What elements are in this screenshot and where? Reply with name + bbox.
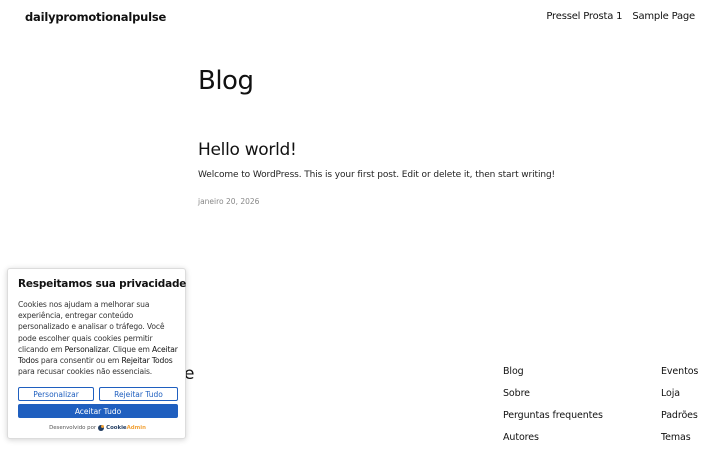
page-title: Blog bbox=[198, 66, 254, 96]
post-title-link[interactable]: Hello world! bbox=[198, 140, 297, 160]
cookie-text-part-2: . Clique em bbox=[108, 344, 153, 354]
cookie-text-personalize: Personalizar bbox=[64, 344, 109, 354]
brand-part-cookie: Cookie bbox=[106, 425, 127, 431]
cookie-banner-title: Respeitamos sua privacidade bbox=[18, 278, 187, 290]
site-header: dailypromotionalpulse Pressel Prosta 1 S… bbox=[0, 0, 720, 36]
footer-link-sobre[interactable]: Sobre bbox=[503, 388, 603, 400]
footer-nav-col-2: Eventos Loja Padrões Temas bbox=[661, 366, 698, 444]
cookie-consent-banner: Respeitamos sua privacidade Cookies nos … bbox=[7, 268, 186, 439]
powered-by: Desenvolvido por CookieAdmin bbox=[8, 425, 187, 431]
site-title[interactable]: dailypromotionalpulse bbox=[25, 10, 166, 24]
customize-cookies-button[interactable]: Personalizar bbox=[18, 387, 94, 401]
cookie-text-part-3: para consentir ou em bbox=[38, 356, 122, 366]
cookie-text-reject-all: Rejeitar Todos bbox=[121, 356, 173, 366]
post-date: janeiro 20, 2026 bbox=[198, 197, 260, 206]
footer-link-temas[interactable]: Temas bbox=[661, 432, 698, 444]
footer-link-blog[interactable]: Blog bbox=[503, 366, 603, 378]
post-excerpt: Welcome to WordPress. This is your first… bbox=[198, 170, 556, 180]
cookie-text-part-4: para recusar cookies não essenciais. bbox=[18, 367, 153, 377]
primary-nav: Pressel Prosta 1 Sample Page bbox=[546, 11, 695, 22]
footer-link-eventos[interactable]: Eventos bbox=[661, 366, 698, 378]
cookieadmin-brand-name[interactable]: CookieAdmin bbox=[106, 425, 146, 431]
cookie-banner-text: Cookies nos ajudam a melhorar sua experi… bbox=[18, 299, 180, 377]
nav-item-pressel-prosta[interactable]: Pressel Prosta 1 bbox=[546, 11, 622, 22]
footer-nav-col-1: Blog Sobre Perguntas frequentes Autores bbox=[503, 366, 603, 444]
footer-link-loja[interactable]: Loja bbox=[661, 388, 698, 400]
reject-all-button[interactable]: Rejeitar Tudo bbox=[99, 387, 178, 401]
footer-link-faq[interactable]: Perguntas frequentes bbox=[503, 410, 603, 422]
brand-part-admin: Admin bbox=[126, 425, 146, 431]
cookieadmin-logo-icon bbox=[98, 425, 105, 431]
footer-link-autores[interactable]: Autores bbox=[503, 432, 603, 444]
nav-item-sample-page[interactable]: Sample Page bbox=[632, 11, 695, 22]
footer-link-padroes[interactable]: Padrões bbox=[661, 410, 698, 422]
powered-by-label: Desenvolvido por bbox=[49, 425, 97, 431]
accept-all-button[interactable]: Aceitar Tudo bbox=[18, 404, 178, 418]
